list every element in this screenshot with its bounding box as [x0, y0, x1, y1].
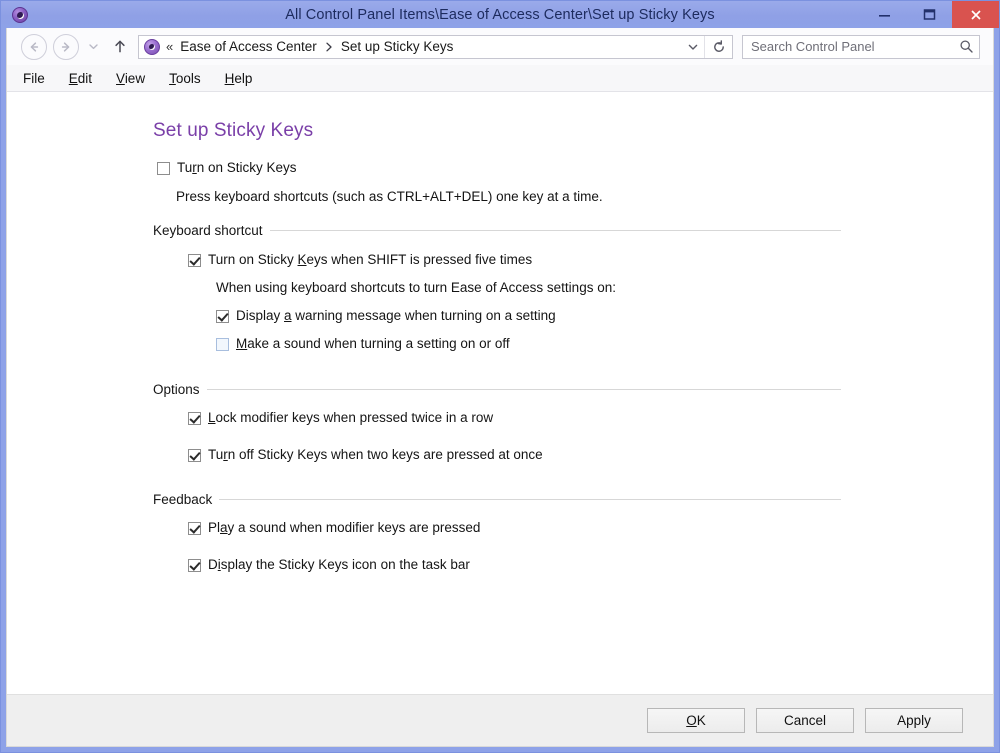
checkbox-box — [216, 338, 229, 351]
group-divider — [270, 230, 841, 231]
close-button[interactable] — [952, 1, 999, 28]
up-level-button[interactable] — [109, 36, 131, 58]
up-arrow-icon — [113, 39, 127, 54]
checkbox-box — [216, 310, 229, 323]
refresh-button[interactable] — [704, 36, 732, 58]
back-arrow-icon — [27, 40, 41, 54]
group-divider — [207, 389, 841, 390]
breadcrumb-separator-icon[interactable] — [325, 42, 333, 52]
group-label: Feedback — [153, 492, 219, 507]
address-dropdown-button[interactable] — [682, 36, 704, 58]
checkbox-box — [188, 522, 201, 535]
group-header-keyboard-shortcut: Keyboard shortcut — [153, 223, 841, 238]
checkbox-box — [188, 559, 201, 572]
close-icon — [969, 8, 983, 22]
page-title: Set up Sticky Keys — [153, 120, 313, 142]
menu-item-edit[interactable]: Edit — [69, 71, 92, 86]
checkbox-play-a-sound-when-modifier-keys-are-pressed[interactable]: Play a sound when modifier keys are pres… — [188, 520, 480, 536]
back-button[interactable] — [21, 34, 47, 60]
window-title: All Control Panel Items\Ease of Access C… — [1, 7, 999, 23]
search-box[interactable] — [742, 35, 980, 59]
menu-bar: File Edit View Tools Help — [7, 65, 993, 92]
ok-button[interactable]: OK — [647, 708, 745, 733]
group-label: Keyboard shortcut — [153, 223, 270, 238]
group-header-options: Options — [153, 382, 841, 397]
chevron-down-icon — [687, 41, 699, 53]
group-label: Options — [153, 382, 207, 397]
menu-item-view[interactable]: View — [116, 71, 145, 86]
ease-of-access-icon — [12, 7, 28, 23]
dialog-button-bar: OK Cancel Apply — [7, 694, 993, 746]
group-header-feedback: Feedback — [153, 492, 841, 507]
address-ease-of-access-icon — [144, 39, 160, 55]
checkbox-box — [157, 162, 170, 175]
checkbox-make-a-sound-when-turning-a-setting-on-or-off[interactable]: Make a sound when turning a setting on o… — [216, 336, 510, 352]
checkbox-box — [188, 412, 201, 425]
refresh-icon — [712, 40, 726, 54]
main-description: Press keyboard shortcuts (such as CTRL+A… — [176, 189, 603, 204]
checkbox-label: Turn on Sticky Keys — [177, 160, 297, 176]
group-divider — [219, 499, 841, 500]
maximize-icon — [923, 8, 936, 21]
turn-on-sticky-keys-checkbox[interactable]: Turn on Sticky Keys — [157, 160, 297, 176]
checkbox-turn-off-sticky-keys-when-two-keys-are-pressed-at-once[interactable]: Turn off Sticky Keys when two keys are p… — [188, 447, 543, 463]
group-note-text: When using keyboard shortcuts to turn Ea… — [216, 280, 616, 295]
checkbox-label: Make a sound when turning a setting on o… — [236, 336, 510, 352]
forward-button[interactable] — [53, 34, 79, 60]
minimize-icon — [878, 8, 891, 21]
checkbox-display-the-sticky-keys-icon-on-the-task-bar[interactable]: Display the Sticky Keys icon on the task… — [188, 557, 470, 573]
window-controls — [862, 1, 999, 28]
checkbox-display-a-warning-message-when-turning-on-a-setting[interactable]: Display a warning message when turning o… — [216, 308, 556, 324]
forward-arrow-icon — [59, 40, 73, 54]
search-icon — [959, 39, 974, 54]
cancel-button[interactable]: Cancel — [756, 708, 854, 733]
checkbox-label: Display the Sticky Keys icon on the task… — [208, 557, 470, 573]
search-input[interactable] — [743, 38, 953, 55]
menu-item-tools[interactable]: Tools — [169, 71, 201, 86]
chevron-down-icon — [88, 41, 99, 52]
checkbox-lock-modifier-keys-when-pressed-twice-in-a-row[interactable]: Lock modifier keys when pressed twice in… — [188, 410, 493, 426]
checkbox-label: Display a warning message when turning o… — [236, 308, 556, 324]
address-bar[interactable]: « Ease of Access Center Set up Sticky Ke… — [138, 35, 733, 59]
breadcrumb-item-ease-of-access-center[interactable]: Ease of Access Center — [180, 39, 317, 54]
minimize-button[interactable] — [862, 1, 907, 28]
search-button[interactable] — [953, 39, 979, 54]
menu-item-file[interactable]: File — [23, 71, 45, 86]
checkbox-turn-on-sticky-keys-when-shift-is-pressed-five-times[interactable]: Turn on Sticky Keys when SHIFT is presse… — [188, 252, 532, 268]
checkbox-label: Lock modifier keys when pressed twice in… — [208, 410, 493, 426]
title-bar[interactable]: All Control Panel Items\Ease of Access C… — [1, 1, 999, 28]
window-client-area: « Ease of Access Center Set up Sticky Ke… — [6, 28, 994, 747]
checkbox-label: Play a sound when modifier keys are pres… — [208, 520, 480, 536]
maximize-button[interactable] — [907, 1, 952, 28]
menu-item-help[interactable]: Help — [225, 71, 253, 86]
navigation-bar: « Ease of Access Center Set up Sticky Ke… — [7, 28, 993, 65]
breadcrumb-overflow[interactable]: « — [166, 39, 173, 54]
recent-pages-button[interactable] — [85, 36, 101, 58]
checkbox-label: Turn on Sticky Keys when SHIFT is presse… — [208, 252, 532, 268]
chevron-right-icon — [325, 42, 333, 52]
checkbox-label: Turn off Sticky Keys when two keys are p… — [208, 447, 543, 463]
checkbox-box — [188, 254, 201, 267]
breadcrumb-item-set-up-sticky-keys[interactable]: Set up Sticky Keys — [341, 39, 454, 54]
checkbox-box — [188, 449, 201, 462]
apply-button[interactable]: Apply — [865, 708, 963, 733]
control-panel-window: All Control Panel Items\Ease of Access C… — [0, 0, 1000, 753]
page-body: Set up Sticky Keys Turn on Sticky Keys P… — [7, 92, 993, 694]
